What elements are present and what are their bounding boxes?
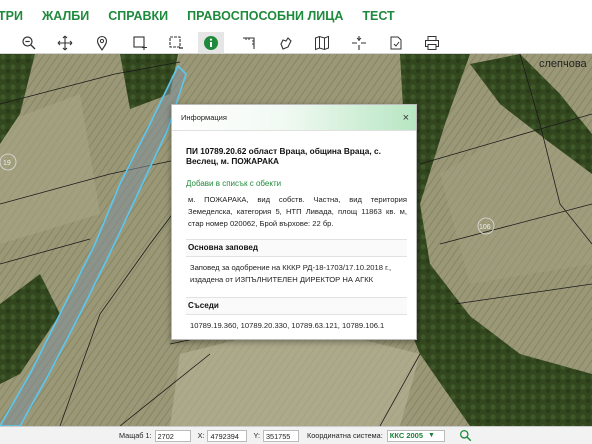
select-area-alt-button[interactable] — [163, 32, 189, 53]
crosshair-icon — [352, 35, 366, 50]
dialog-header: Информация × — [172, 105, 416, 131]
scale-input[interactable]: 2702 — [154, 429, 191, 442]
info-dialog: Информация × ПИ 10789.20.62 област Враца… — [171, 104, 417, 340]
menu-item-registers[interactable]: ТРИ — [0, 9, 23, 23]
y-label: Y: — [253, 431, 260, 440]
dialog-title: Информация — [181, 113, 227, 122]
measure-icon — [243, 36, 255, 49]
select-area-button[interactable] — [127, 32, 153, 53]
print-icon — [425, 35, 439, 50]
info-button[interactable] — [198, 32, 224, 53]
search-button[interactable] — [459, 429, 472, 442]
menu-item-reports[interactable]: СПРАВКИ — [108, 9, 168, 23]
select-area-alt-icon — [169, 35, 183, 49]
x-coordinate-field: 4792394 — [207, 429, 248, 442]
x-label: X: — [197, 431, 205, 440]
crs-label: Координатна система: — [306, 431, 383, 440]
parcel-description: м. ПОЖАРАКА, вид собств. Частна, вид тер… — [188, 195, 407, 229]
neighbors-heading: Съседи — [186, 296, 407, 315]
search-icon — [459, 429, 472, 442]
add-to-list-link[interactable]: Добави в списък с обекти — [186, 179, 407, 188]
menu-item-licensed-persons[interactable]: ПРАВОСПОСОБНИ ЛИЦА — [187, 9, 343, 23]
crs-value: ККС 2005 — [389, 431, 424, 440]
menu-item-test[interactable]: ТЕСТ — [362, 9, 394, 23]
crs-select[interactable]: ККС 2005 ▼ — [386, 429, 445, 442]
order-text: Заповед за одобрение на КККР РД-18-1703/… — [190, 262, 392, 284]
pan-icon — [57, 35, 73, 50]
pan-button[interactable] — [52, 32, 78, 53]
measure-button[interactable] — [236, 32, 262, 53]
info-icon — [204, 35, 218, 50]
menu-item-complaints[interactable]: ЖАЛБИ — [42, 9, 89, 23]
parcel-title: ПИ 10789.20.62 област Враца, община Врац… — [186, 146, 381, 166]
order-heading: Основна заповед — [186, 238, 407, 257]
zoom-out-button[interactable] — [16, 32, 42, 53]
close-icon[interactable]: × — [403, 112, 409, 124]
scale-label: Мащаб 1: — [119, 431, 152, 440]
hand-icon — [280, 36, 292, 50]
status-bar: Мащаб 1: 2702 X: 4792394 Y: 351755 Коорд… — [0, 426, 592, 444]
location-pin-icon — [96, 35, 108, 51]
export-button[interactable] — [383, 32, 409, 53]
select-area-icon — [133, 35, 147, 50]
y-coordinate-field: 351755 — [262, 429, 299, 442]
svg-text:106: 106 — [479, 224, 491, 231]
zoom-out-icon — [22, 35, 36, 49]
map-icon — [315, 35, 329, 50]
map-place-label: слепчова — [539, 58, 587, 70]
map-button[interactable] — [309, 32, 335, 53]
cadastre-app: ТРИ ЖАЛБИ СПРАВКИ ПРАВОСПОСОБНИ ЛИЦА ТЕС… — [0, 0, 592, 444]
main-menu: ТРИ ЖАЛБИ СПРАВКИ ПРАВОСПОСОБНИ ЛИЦА ТЕС… — [0, 0, 592, 32]
print-button[interactable] — [419, 32, 445, 53]
location-button[interactable] — [89, 32, 115, 53]
map-toolbar — [0, 32, 592, 54]
svg-text:19: 19 — [3, 160, 11, 167]
chevron-down-icon: ▼ — [428, 432, 435, 439]
neighbors-text: 10789.19.360, 10789.20.330, 10789.63.121… — [190, 320, 385, 330]
crosshair-button[interactable] — [346, 32, 372, 53]
export-icon — [390, 36, 402, 49]
hand-button[interactable] — [272, 32, 298, 53]
